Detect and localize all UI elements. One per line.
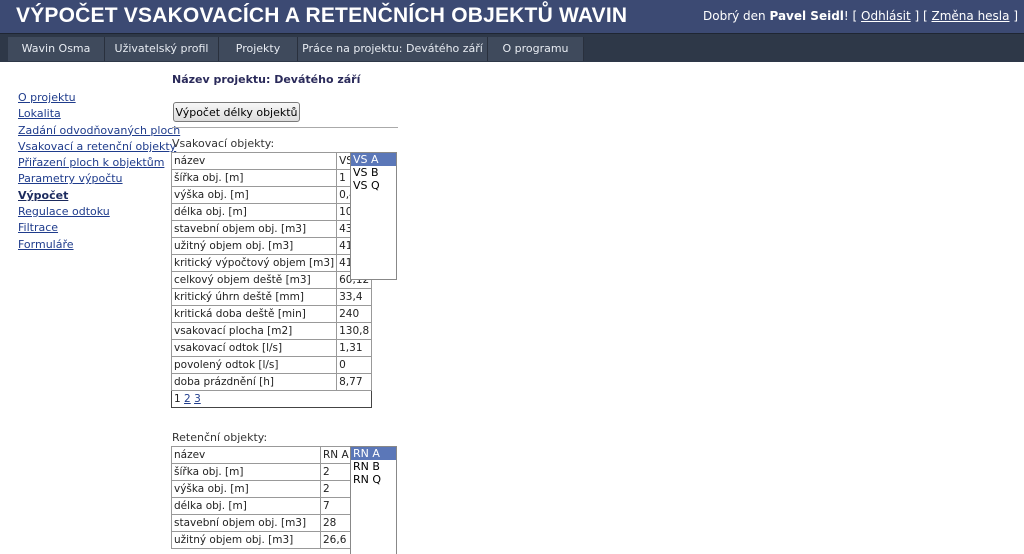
sidebar-item-location[interactable]: Lokalita <box>18 106 168 122</box>
nav-item-project-work[interactable]: Práce na projektu: Devátého září <box>298 37 488 61</box>
table-row: celkový objem deště [m3] 60,12 <box>170 271 373 289</box>
table-row: výška obj. [m] 0,4 <box>170 186 373 204</box>
sidebar: O projektu Lokalita Zadání odvodňovaných… <box>18 90 180 253</box>
row-label-cell: výška obj. [m] <box>170 186 338 204</box>
row-value-cell: 1,31 <box>336 339 373 357</box>
table-row: vsakovací plocha [m2] 130,8 <box>170 322 373 340</box>
row-label-cell: název <box>171 446 321 464</box>
listbox-option[interactable]: VS B <box>351 166 396 179</box>
app-header: VÝPOČET VSAKOVACÍCH A RETENČNÍCH OBJEKTŮ… <box>0 0 1024 33</box>
row-label-cell: stavební objem obj. [m3] <box>170 220 338 238</box>
user-area: Dobrý den Pavel Seidl! [ Odhlásit ] [ Zm… <box>703 9 1018 23</box>
row-label-cell: povolený odtok [l/s] <box>170 356 338 374</box>
listbox-option[interactable]: VS A <box>351 153 396 166</box>
table-row: název RN A <box>171 446 352 464</box>
user-name: Pavel Seidl <box>769 9 844 23</box>
row-label-cell: stavební objem obj. [m3] <box>171 514 321 532</box>
sidebar-item-area-assignment[interactable]: Přiřazení ploch k objektům <box>18 155 168 171</box>
table-row: doba prázdnění [h] 8,77 <box>170 373 373 391</box>
row-label-cell: výška obj. [m] <box>171 480 321 498</box>
sidebar-item-calculation[interactable]: Výpočet <box>18 188 168 204</box>
row-label-cell: kritický úhrn deště [mm] <box>170 288 338 306</box>
row-label-cell: vsakovací plocha [m2] <box>170 322 338 340</box>
table-row: stavební objem obj. [m3] 28 <box>171 514 352 532</box>
listbox-option[interactable]: RN Q <box>351 473 396 486</box>
app-title: VÝPOČET VSAKOVACÍCH A RETENČNÍCH OBJEKTŮ… <box>16 4 628 27</box>
sidebar-item-drained-areas[interactable]: Zadání odvodňovaných ploch <box>18 123 180 139</box>
table-row: kritický výpočtový objem [m3]41,28 <box>170 254 373 272</box>
row-label-cell: délka obj. [m] <box>171 497 321 515</box>
retention-table: název RN Ašířka obj. [m] 2 výška obj. [m] 2 d… <box>171 446 352 549</box>
pager-page-link[interactable]: 3 <box>194 393 201 405</box>
table-row: vsakovací odtok [l/s] 1,31 <box>170 339 373 357</box>
sidebar-item-parameters[interactable]: Parametry výpočtu <box>18 171 168 187</box>
table-row: délka obj. [m] 7 <box>171 497 352 515</box>
row-label-cell: název <box>170 152 338 170</box>
table-row: názevVS A <box>170 152 373 170</box>
row-label-cell: délka obj. [m] <box>170 203 338 221</box>
infiltration-object-listbox[interactable]: VS A VS B VS Q <box>350 152 397 280</box>
retention-section-label: Retenční objekty: <box>172 431 268 444</box>
row-label-cell: užitný objem obj. [m3] <box>171 531 321 549</box>
table-pager-row: 1 2 3 <box>172 391 372 408</box>
row-value-cell: 33,4 <box>336 288 373 306</box>
row-value-cell: 130,8 <box>336 322 373 340</box>
sidebar-item-outflow-regulation[interactable]: Regulace odtoku <box>18 204 168 220</box>
row-value-cell: 28 <box>320 514 352 532</box>
table-row: kritický úhrn deště [mm] 33,4 <box>170 288 373 306</box>
change-password-link[interactable]: Změna hesla <box>932 9 1010 23</box>
row-value-cell: 240 <box>336 305 373 323</box>
row-value-cell: 8,77 <box>336 373 373 391</box>
row-label-cell: celkový objem deště [m3] <box>170 271 338 289</box>
main-nav: Wavin Osma Uživatelský profil Projekty P… <box>0 33 1024 62</box>
row-value-cell: 2 <box>320 463 352 481</box>
nav-item-wavin-osma[interactable]: Wavin Osma <box>8 37 105 61</box>
nav-item-projects[interactable]: Projekty <box>219 37 298 61</box>
table-row: stavební objem obj. [m3]43,6 <box>170 220 373 238</box>
greeting-text: Dobrý den <box>703 9 766 23</box>
table-row: šířka obj. [m] 1 <box>170 169 373 187</box>
sidebar-item-forms[interactable]: Formuláře <box>18 237 168 253</box>
listbox-option[interactable]: RN A <box>351 447 396 460</box>
pager-page-link[interactable]: 2 <box>184 393 191 405</box>
table-row: užitný objem obj. [m3]41,42 <box>170 237 373 255</box>
infiltration-table: názevVS Ašířka obj. [m]1výška obj. [m]0,… <box>170 152 373 408</box>
pager-current-page: 1 <box>174 393 181 405</box>
row-value-cell: 0 <box>336 356 373 374</box>
project-title: Název projektu: Devátého září <box>172 73 361 86</box>
row-label-cell: šířka obj. [m] <box>170 169 338 187</box>
row-label-cell: užitný objem obj. [m3] <box>170 237 338 255</box>
sidebar-item-filtration[interactable]: Filtrace <box>18 220 168 236</box>
sidebar-item-about-project[interactable]: O projektu <box>18 90 168 106</box>
table-row: povolený odtok [l/s] 0 <box>170 356 373 374</box>
infiltration-section-label: Vsakovací objekty: <box>172 137 275 150</box>
sidebar-item-objects[interactable]: Vsakovací a retenční objekty <box>18 139 176 155</box>
table-row: výška obj. [m] 2 <box>171 480 352 498</box>
section-divider <box>172 127 398 128</box>
table-row: šířka obj. [m] 2 <box>171 463 352 481</box>
row-value-cell: 7 <box>320 497 352 515</box>
table-row: kritická doba deště [min] 240 <box>170 305 373 323</box>
pager: 1 2 3 <box>172 391 372 408</box>
table-row: užitný objem obj. [m3] 26,6 <box>171 531 352 549</box>
calculate-length-button[interactable]: Výpočet délky objektů <box>173 102 300 122</box>
row-value-cell: 26,6 <box>320 531 352 549</box>
retention-object-listbox[interactable]: RN A RN B RN Q <box>350 446 397 554</box>
logout-link[interactable]: Odhlásit <box>861 9 911 23</box>
row-label-cell: šířka obj. [m] <box>171 463 321 481</box>
row-value-cell: 2 <box>320 480 352 498</box>
row-label-cell: vsakovací odtok [l/s] <box>170 339 338 357</box>
table-row: délka obj. [m]109 <box>170 203 373 221</box>
nav-item-user-profile[interactable]: Uživatelský profil <box>105 37 219 61</box>
row-label-cell: kritická doba deště [min] <box>170 305 338 323</box>
row-value-cell: RN A <box>320 446 352 464</box>
row-label-cell: doba prázdnění [h] <box>170 373 338 391</box>
listbox-option[interactable]: RN B <box>351 460 396 473</box>
row-label-cell: kritický výpočtový objem [m3] <box>170 254 338 272</box>
nav-item-about[interactable]: O programu <box>488 37 584 61</box>
listbox-option[interactable]: VS Q <box>351 179 396 192</box>
